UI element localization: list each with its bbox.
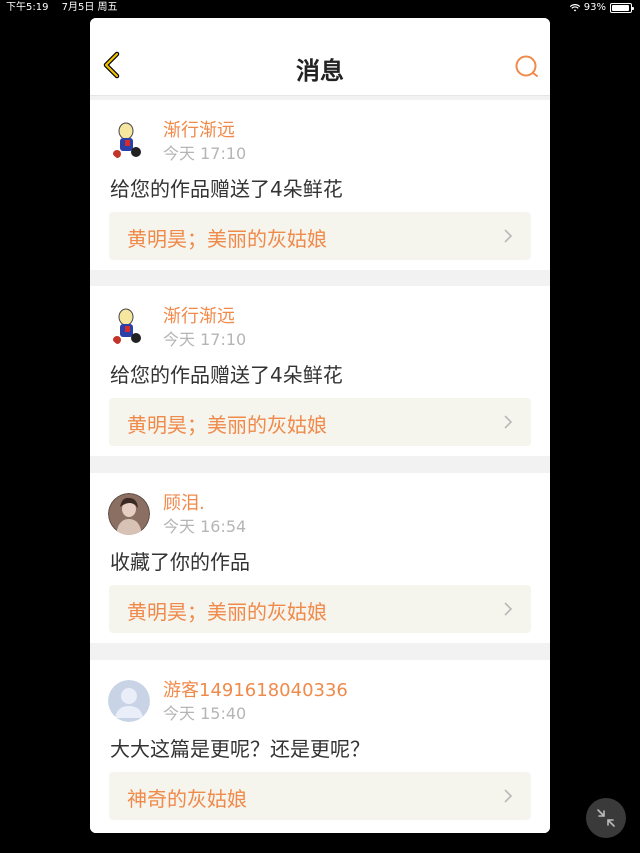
message-time: 今天 15:40: [163, 704, 247, 723]
message-username[interactable]: 游客1491618040336: [163, 676, 348, 702]
page-title: 消息: [296, 57, 344, 85]
photo-avatar-icon: [108, 493, 150, 535]
message-username[interactable]: 顾泪.: [163, 489, 205, 515]
chevron-right-icon: [504, 229, 513, 243]
cartoon-avatar-icon: [108, 120, 150, 162]
work-title: 黄明昊；美丽的灰姑娘: [127, 413, 327, 437]
message-time: 今天 17:10: [163, 330, 247, 349]
work-link[interactable]: 黄明昊；美丽的灰姑娘: [109, 398, 531, 446]
message-text: 给您的作品赠送了4朵鲜花: [110, 177, 343, 201]
work-link[interactable]: 神奇的灰姑娘: [109, 772, 531, 820]
chevron-right-icon: [504, 415, 513, 429]
message-card[interactable]: 顾泪. 今天 16:54 收藏了你的作品 黄明昊；美丽的灰姑娘: [90, 473, 550, 643]
status-time: 下午5:19: [6, 2, 49, 13]
message-time: 今天 16:54: [163, 517, 247, 536]
user-avatar[interactable]: [108, 680, 150, 722]
message-text: 收藏了你的作品: [110, 550, 250, 574]
message-card[interactable]: 游客1491618040336 今天 15:40 大大这篇是更呢？还是更呢？ 神…: [90, 660, 550, 833]
exit-fullscreen-button[interactable]: [586, 798, 626, 838]
message-card[interactable]: 渐行渐远 今天 17:10 给您的作品赠送了4朵鲜花 黄明昊；美丽的灰姑娘: [90, 100, 550, 270]
cartoon-avatar-icon: [108, 306, 150, 348]
work-link[interactable]: 黄明昊；美丽的灰姑娘: [109, 585, 531, 633]
message-text: 给您的作品赠送了4朵鲜花: [110, 363, 343, 387]
battery-percent: 93%: [583, 2, 606, 13]
user-avatar[interactable]: [108, 120, 150, 162]
status-bar: 下午5:19 7月5日 周五 93%: [0, 0, 640, 18]
user-avatar[interactable]: [108, 493, 150, 535]
chevron-right-icon: [504, 789, 513, 803]
default-avatar-icon: [108, 680, 150, 722]
chevron-right-icon: [504, 602, 513, 616]
work-title: 神奇的灰姑娘: [127, 787, 247, 811]
collapse-icon: [597, 809, 615, 827]
message-text: 大大这篇是更呢？还是更呢？: [110, 737, 370, 761]
status-date: 7月5日 周五: [61, 2, 118, 13]
search-icon[interactable]: [514, 54, 540, 80]
work-title: 黄明昊；美丽的灰姑娘: [127, 600, 327, 624]
message-username[interactable]: 渐行渐远: [163, 302, 235, 328]
work-title: 黄明昊；美丽的灰姑娘: [127, 227, 327, 251]
message-time: 今天 17:10: [163, 144, 247, 163]
battery-icon: [610, 3, 634, 13]
messages-panel: 消息 渐行渐远 今天 17:10 给您的作品赠送了4朵鲜花 黄明昊；美丽的灰姑娘: [90, 18, 550, 833]
nav-bar: 消息: [90, 18, 550, 96]
message-card[interactable]: 渐行渐远 今天 17:10 给您的作品赠送了4朵鲜花 黄明昊；美丽的灰姑娘: [90, 286, 550, 456]
work-link[interactable]: 黄明昊；美丽的灰姑娘: [109, 212, 531, 260]
message-username[interactable]: 渐行渐远: [163, 116, 235, 142]
wifi-icon: [569, 4, 580, 12]
user-avatar[interactable]: [108, 306, 150, 348]
